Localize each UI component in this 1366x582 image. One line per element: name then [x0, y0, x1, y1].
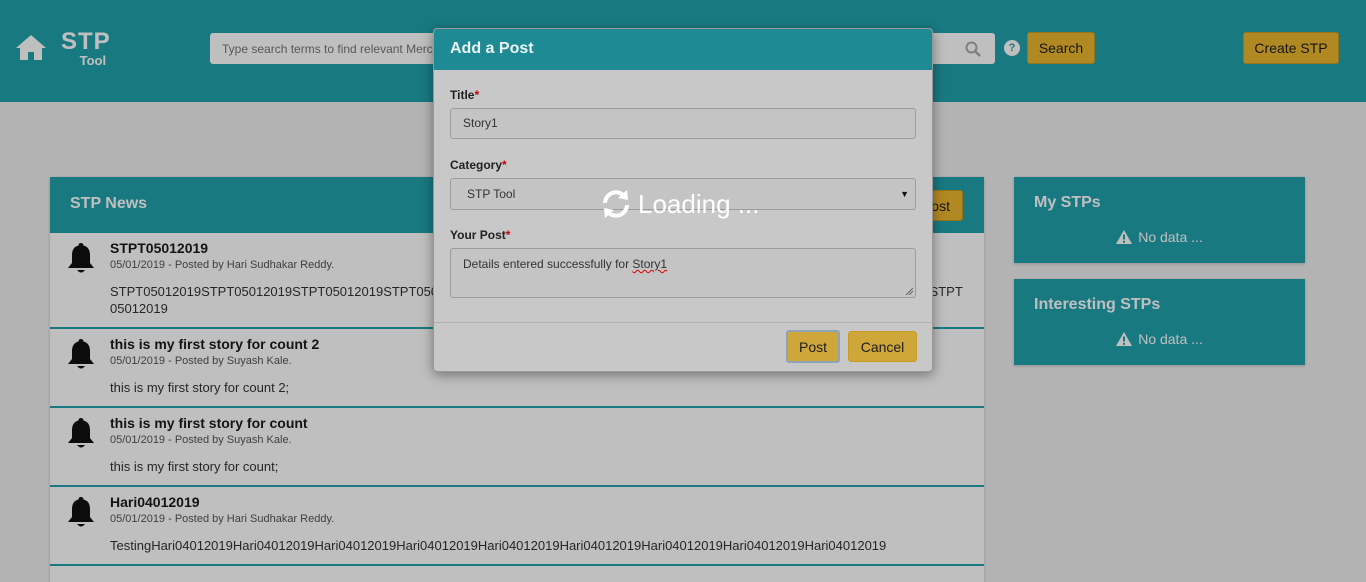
modal-title: Add a Post [434, 29, 932, 70]
your-post-label-text: Your Post [450, 228, 506, 242]
loading-indicator: Loading ... [598, 186, 759, 222]
cancel-button[interactable]: Cancel [848, 331, 917, 362]
required-mark: * [502, 158, 507, 172]
required-mark: * [505, 228, 511, 242]
post-text-misspelled: Story1 [632, 257, 668, 271]
title-label: Title* [450, 88, 479, 102]
required-mark: * [474, 88, 480, 102]
title-input[interactable]: Story1 [450, 108, 916, 139]
loading-text: Loading ... [638, 188, 760, 219]
post-text: Details entered successfully for [463, 257, 633, 271]
category-label: Category* [450, 158, 507, 172]
your-post-label: Your Post* [450, 228, 510, 242]
caret-down-icon: ▼ [900, 189, 909, 199]
resize-grip-icon[interactable] [905, 287, 913, 295]
category-label-text: Category [450, 158, 503, 172]
your-post-textarea[interactable]: Details entered successfully for Story1 [450, 248, 916, 298]
refresh-icon [603, 190, 629, 218]
category-selected-value: STP Tool [467, 187, 516, 201]
title-label-text: Title [450, 88, 475, 102]
post-button[interactable]: Post [786, 330, 840, 363]
